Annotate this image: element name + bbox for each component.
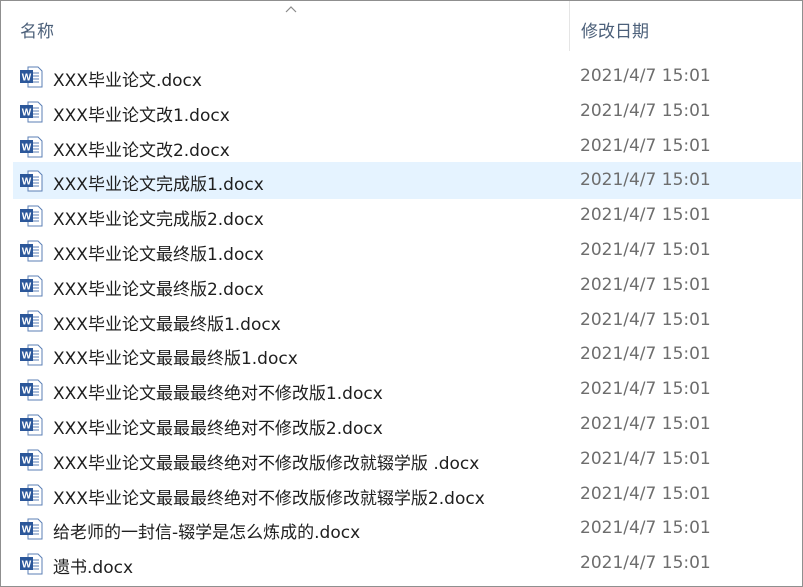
file-date-modified: 2021/4/7 15:01 [580,518,711,539]
file-row[interactable]: W XXX毕业论文最最最终绝对不修改版修改就辍学版 .docx 2021/4/7… [14,442,800,477]
svg-text:W: W [22,281,32,292]
svg-text:W: W [22,73,32,84]
column-header-bar: 名称 修改日期 [1,1,802,51]
file-row[interactable]: W XXX毕业论文最终版1.docx 2021/4/7 15:01 [14,233,800,268]
word-document-icon: W [20,101,43,123]
svg-text:W: W [22,246,32,257]
file-list: W XXX毕业论文.docx 2021/4/7 15:01 W XXX毕业论文改… [1,59,802,581]
svg-text:W: W [22,560,32,571]
svg-text:W: W [22,525,32,536]
file-name: XXX毕业论文最终版1.docx [53,244,264,265]
file-row[interactable]: W XXX毕业论文最最最终绝对不修改版修改就辍学版2.docx 2021/4/7… [14,477,800,512]
word-document-icon: W [20,275,43,297]
svg-text:W: W [22,107,32,118]
file-name: XXX毕业论文最最最终绝对不修改版2.docx [53,418,383,439]
file-name: XXX毕业论文.docx [53,71,202,91]
file-name: XXX毕业论文最最最终绝对不修改版修改就辍学版 .docx [53,453,480,474]
file-date-modified: 2021/4/7 15:01 [580,483,711,504]
file-name: XXX毕业论文改2.docx [53,140,230,161]
file-date-modified: 2021/4/7 15:01 [580,170,711,191]
file-date-modified: 2021/4/7 15:01 [580,135,711,156]
file-name: 遗书.docx [53,558,134,579]
column-header-date-modified[interactable]: 修改日期 [581,17,649,42]
word-document-icon: W [20,379,43,401]
file-row[interactable]: W XXX毕业论文.docx 2021/4/7 15:01 [14,59,800,94]
file-name: XXX毕业论文最最终版1.docx [53,314,281,335]
file-row[interactable]: W XXX毕业论文最最最终版1.docx 2021/4/7 15:01 [14,337,800,372]
word-document-icon: W [20,518,43,540]
file-row[interactable]: W XXX毕业论文最最最终绝对不修改版2.docx 2021/4/7 15:01 [14,407,800,442]
file-name: XXX毕业论文最最最终绝对不修改版修改就辍学版2.docx [53,488,485,509]
file-date-modified: 2021/4/7 15:01 [580,100,711,121]
file-date-modified: 2021/4/7 15:01 [580,66,711,86]
word-document-icon: W [20,136,43,158]
file-date-modified: 2021/4/7 15:01 [580,553,711,574]
file-row[interactable]: W 给老师的一封信-辍学是怎么炼成的.docx 2021/4/7 15:01 [14,511,800,546]
file-date-modified: 2021/4/7 15:01 [580,344,711,365]
file-name: XXX毕业论文改1.docx [53,105,230,126]
svg-text:W: W [22,212,32,223]
file-date-modified: 2021/4/7 15:01 [580,239,711,260]
word-document-icon: W [20,553,43,575]
file-date-modified: 2021/4/7 15:01 [580,309,711,330]
word-document-icon: W [20,240,43,262]
word-document-icon: W [20,310,43,332]
file-row[interactable]: W XXX毕业论文最最终版1.docx 2021/4/7 15:01 [14,303,800,338]
file-name: XXX毕业论文完成版2.docx [53,210,264,231]
word-document-icon: W [20,344,43,366]
file-date-modified: 2021/4/7 15:01 [580,205,711,226]
column-divider[interactable] [569,1,570,51]
file-date-modified: 2021/4/7 15:01 [580,274,711,295]
file-date-modified: 2021/4/7 15:01 [580,413,711,434]
file-date-modified: 2021/4/7 15:01 [580,448,711,469]
file-name: XXX毕业论文最最最终版1.docx [53,349,298,370]
word-document-icon: W [20,449,43,471]
file-explorer-window: 名称 修改日期 W XXX毕业论文.docx 2021/4/7 15:01 W … [0,0,803,587]
file-row[interactable]: W 遗书.docx 2021/4/7 15:01 [14,546,800,581]
file-row[interactable]: W XXX毕业论文最最最终绝对不修改版1.docx 2021/4/7 15:01 [14,372,800,407]
svg-text:W: W [22,420,32,431]
svg-text:W: W [22,177,32,188]
file-name: XXX毕业论文最最最终绝对不修改版1.docx [53,384,383,405]
file-name: XXX毕业论文最终版2.docx [53,279,264,300]
file-row[interactable]: W XXX毕业论文完成版1.docx 2021/4/7 15:01 [13,162,801,200]
file-row[interactable]: W XXX毕业论文改2.docx 2021/4/7 15:01 [14,129,800,164]
svg-text:W: W [22,386,32,397]
word-document-icon: W [20,205,43,227]
file-name: 给老师的一封信-辍学是怎么炼成的.docx [53,523,361,544]
file-date-modified: 2021/4/7 15:01 [580,379,711,400]
chevron-up-icon[interactable] [285,5,297,13]
word-document-icon: W [20,170,43,192]
svg-text:W: W [22,490,32,501]
file-row[interactable]: W XXX毕业论文最终版2.docx 2021/4/7 15:01 [14,268,800,303]
word-document-icon: W [20,484,43,506]
file-row[interactable]: W XXX毕业论文完成版2.docx 2021/4/7 15:01 [14,198,800,233]
column-header-name[interactable]: 名称 [20,17,54,42]
word-document-icon: W [20,414,43,436]
file-row[interactable]: W XXX毕业论文改1.docx 2021/4/7 15:01 [14,94,800,129]
svg-text:W: W [22,455,32,466]
svg-text:W: W [22,142,32,153]
svg-text:W: W [22,316,32,327]
file-name: XXX毕业论文完成版1.docx [53,175,264,196]
word-document-icon: W [20,66,43,88]
svg-text:W: W [22,351,32,362]
